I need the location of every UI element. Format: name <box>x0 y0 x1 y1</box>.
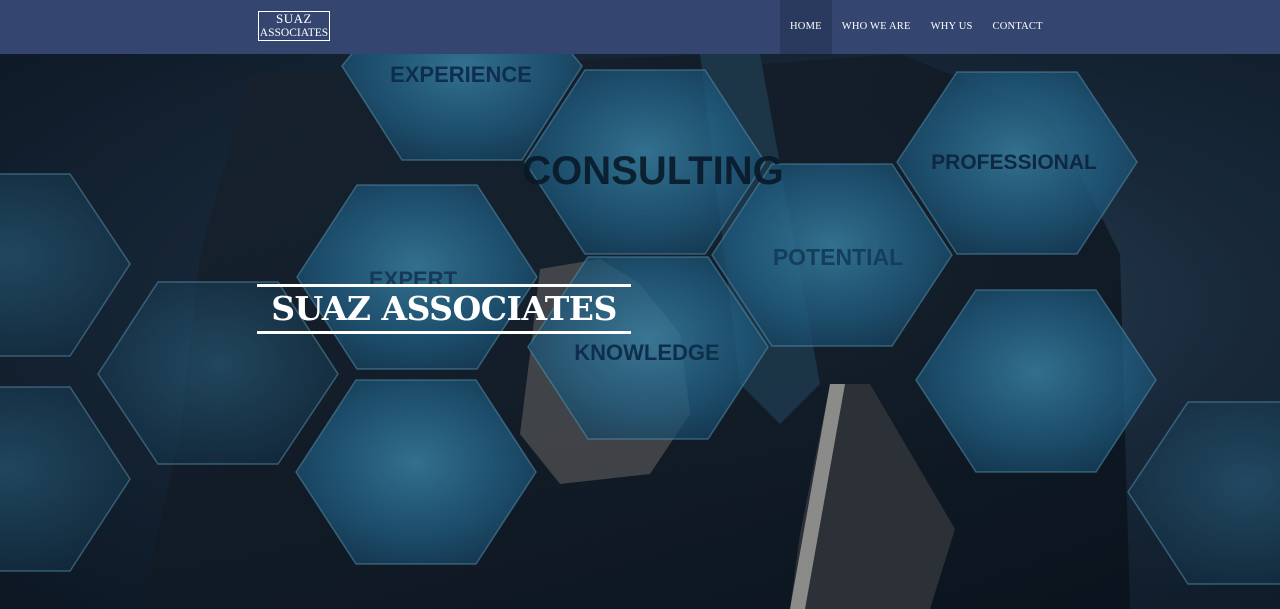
logo-line-2: ASSOCIATES <box>259 27 329 39</box>
nav-home[interactable]: HOME <box>780 0 832 54</box>
nav-why-us[interactable]: WHY US <box>921 0 983 54</box>
nav-who-we-are[interactable]: WHO WE ARE <box>832 0 921 54</box>
hero-overlay <box>0 54 1280 609</box>
site-logo[interactable]: SUAZ ASSOCIATES <box>258 11 330 41</box>
main-nav: HOME WHO WE ARE WHY US CONTACT <box>780 0 1053 54</box>
navbar: SUAZ ASSOCIATES HOME WHO WE ARE WHY US C… <box>0 0 1280 54</box>
hero-title: SUAZ ASSOCIATES <box>271 289 617 328</box>
nav-contact[interactable]: CONTACT <box>983 0 1053 54</box>
hero-title-block: SUAZ ASSOCIATES <box>257 284 631 334</box>
logo-line-1: SUAZ <box>276 11 312 26</box>
hero-banner: EXPERIENCE CONSULTING PROFESSIONAL POTEN… <box>0 54 1280 609</box>
title-bottom-rule <box>257 331 631 334</box>
